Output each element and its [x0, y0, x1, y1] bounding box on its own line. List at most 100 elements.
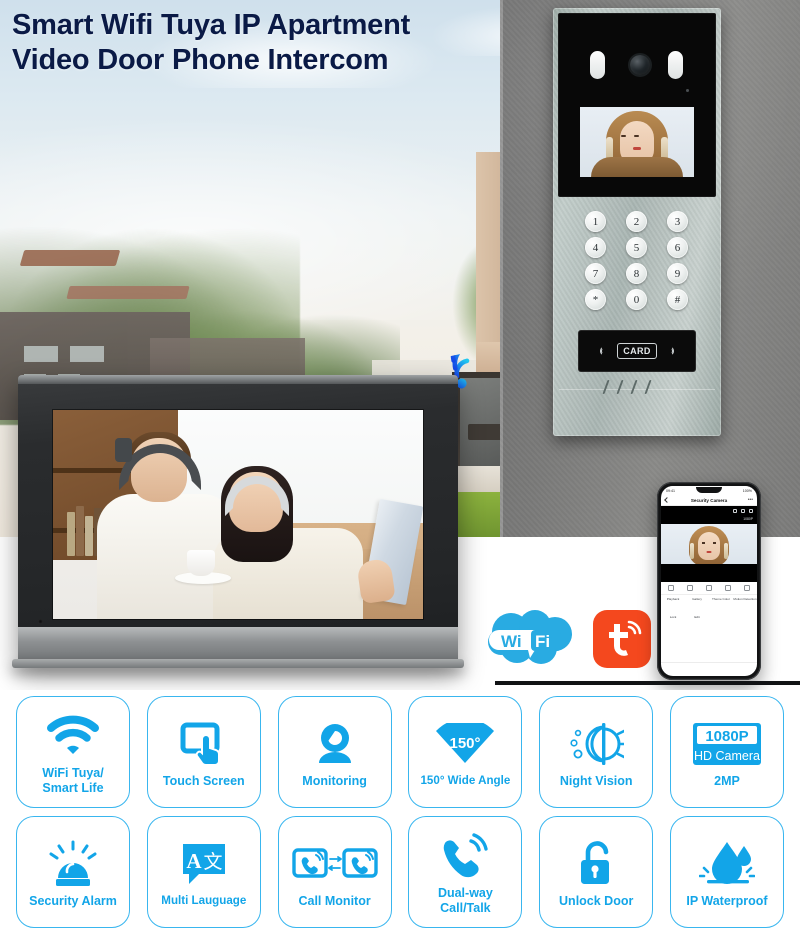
title-line-2: Video Door Phone Intercom	[12, 44, 389, 77]
fullscreen-icon[interactable]	[667, 585, 674, 591]
tab-messages[interactable]: Messages	[661, 663, 709, 676]
app-control-edit[interactable]: Edit	[685, 615, 709, 620]
feature-tile-monitoring[interactable]: Monitoring	[277, 696, 392, 808]
section-divider	[495, 681, 800, 685]
multi-language-icon: A 文	[179, 836, 229, 892]
door-station-keypad[interactable]: 1 2 3 4 5 6 7 8 9 * 0 #	[585, 211, 689, 311]
screenshot-icon[interactable]	[686, 585, 693, 591]
tuya-logo	[593, 610, 651, 668]
touch-screen-icon	[180, 716, 228, 772]
resolution-label: 1080P	[743, 517, 753, 521]
keypad-key-5[interactable]: 5	[626, 237, 647, 258]
hero-banner: Smart Wifi Tuya IP Apartment Video Door …	[0, 0, 800, 690]
app-control-gallery[interactable]: Gallery	[685, 597, 709, 602]
monitoring-camera-icon	[312, 716, 358, 772]
ir-led-left-icon	[590, 51, 605, 79]
feature-row-2: Security Alarm A 文 Multi Lauguage Call M…	[16, 816, 784, 928]
record-icon[interactable]	[725, 585, 732, 591]
app-nav-bar: Security Camera •••	[661, 495, 757, 506]
settings-icon[interactable]	[741, 509, 745, 513]
feature-tile-unlock-door[interactable]: Unlock Door	[539, 816, 654, 928]
signal-icon[interactable]	[749, 509, 753, 513]
wifi-logo: Wi Fi	[487, 608, 579, 671]
feature-row-1: WiFi Tuya/ Smart Life Touch Screen Monit…	[16, 696, 784, 808]
keypad-key-7[interactable]: 7	[585, 263, 606, 284]
tab-label: Features	[727, 675, 739, 676]
keypad-key-hash[interactable]: #	[667, 289, 688, 310]
keypad-key-1[interactable]: 1	[585, 211, 606, 232]
rfid-wave-left-icon	[599, 343, 611, 359]
phone-screen[interactable]: 09:41 100% Security Camera ••• 1080P Pla…	[661, 486, 757, 676]
keypad-key-2[interactable]: 2	[626, 211, 647, 232]
speaker-slots-icon	[602, 380, 667, 396]
keypad-key-3[interactable]: 3	[667, 211, 688, 232]
feed-portrait-face	[698, 532, 720, 560]
feed-portrait-earring	[690, 543, 694, 559]
monitor-display[interactable]	[53, 410, 423, 619]
status-battery: 100%	[742, 488, 752, 493]
keypad-key-star[interactable]: *	[585, 289, 606, 310]
video-tool-icons[interactable]	[733, 509, 753, 513]
call-icon[interactable]	[705, 585, 712, 591]
feature-caption: Night Vision	[559, 773, 633, 788]
feature-tile-security-alarm[interactable]: Security Alarm	[16, 816, 130, 928]
feature-caption: Multi Lauguage	[161, 894, 247, 908]
scene-teacup	[187, 550, 215, 576]
app-video-panel[interactable]: 1080P	[661, 506, 757, 582]
keypad-key-9[interactable]: 9	[667, 263, 688, 284]
status-time: 09:41	[666, 488, 675, 493]
control-label: Motion Detection	[733, 597, 757, 601]
camera-lens-icon	[630, 55, 650, 75]
keypad-key-4[interactable]: 4	[585, 237, 606, 258]
app-control-motion-detection[interactable]: Motion Detection	[733, 597, 757, 602]
control-label: Lock	[669, 615, 677, 619]
keypad-key-8[interactable]: 8	[626, 263, 647, 284]
feature-tile-multi-language[interactable]: A 文 Multi Lauguage	[146, 816, 261, 928]
feature-tile-call-monitor[interactable]: Call Monitor	[277, 816, 392, 928]
feature-tile-night-vision[interactable]: Night Vision	[539, 696, 654, 808]
feed-portrait-eye	[702, 542, 705, 544]
app-control-theme-color[interactable]: Theme Color	[709, 597, 733, 602]
feature-tile-hd-camera[interactable]: 1080P HD Camera 2MP	[669, 696, 784, 808]
feature-tile-wide-angle[interactable]: 150° 150° Wide Angle	[408, 696, 523, 808]
feature-caption: WiFi Tuya/ Smart Life	[42, 766, 104, 795]
feature-caption: 2MP	[714, 773, 740, 788]
tab-features[interactable]: Features	[709, 663, 757, 676]
hd-camera-icon: 1080P HD Camera	[691, 716, 763, 772]
portrait-shoulders	[591, 157, 683, 177]
expand-icon[interactable]	[733, 509, 737, 513]
page-title: Smart Wifi Tuya IP Apartment Video Door …	[12, 8, 532, 79]
rfid-card-reader[interactable]: CARD	[578, 330, 696, 372]
app-tab-bar[interactable]: Messages Features	[661, 662, 757, 676]
svg-text:Fi: Fi	[535, 632, 550, 651]
tab-label: Messages	[678, 675, 692, 676]
keypad-key-0[interactable]: 0	[626, 289, 647, 310]
app-control-lock[interactable]: Lock	[661, 615, 685, 620]
svg-text:1080P: 1080P	[705, 728, 748, 745]
keypad-key-6[interactable]: 6	[667, 237, 688, 258]
feature-caption: IP Waterproof	[686, 893, 768, 908]
feature-tile-dual-way-talk[interactable]: Dual-way Call/Talk	[408, 816, 523, 928]
distant-roof-1	[19, 250, 121, 266]
card-label: CARD	[617, 343, 657, 359]
feature-tile-touch-screen[interactable]: Touch Screen	[146, 696, 261, 808]
control-label: Theme Color	[712, 597, 730, 601]
app-quick-actions[interactable]	[661, 582, 757, 595]
feature-caption: Security Alarm	[29, 893, 117, 908]
feature-caption: 150° Wide Angle	[420, 774, 511, 788]
smartphone-mockup: 09:41 100% Security Camera ••• 1080P Pla…	[657, 482, 761, 680]
feature-tile-ip-waterproof[interactable]: IP Waterproof	[669, 816, 784, 928]
mute-icon[interactable]	[744, 585, 751, 591]
portrait-eye	[621, 135, 626, 137]
distant-roof-2	[66, 286, 190, 299]
unlock-door-icon	[576, 836, 616, 892]
feature-tile-wifi-tuya[interactable]: WiFi Tuya/ Smart Life	[16, 696, 130, 808]
monitor-stand	[12, 659, 464, 668]
svg-text:HD Camera: HD Camera	[694, 749, 760, 763]
ir-led-right-icon	[668, 51, 683, 79]
back-icon[interactable]	[664, 497, 670, 503]
app-control-playback[interactable]: Playback	[661, 597, 685, 602]
app-control-grid[interactable]: Playback Gallery Theme Color Motion Dete…	[661, 595, 757, 634]
control-label: Playback	[666, 597, 680, 601]
wifi-icon	[47, 708, 99, 764]
